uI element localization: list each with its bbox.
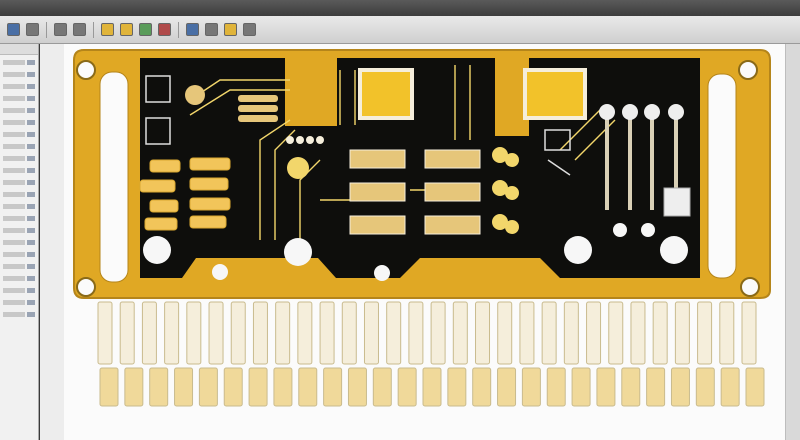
- edge-pin: [323, 367, 343, 407]
- edge-pin: [198, 367, 218, 407]
- edge-pin: [646, 367, 666, 407]
- edge-pin: [745, 367, 765, 407]
- edge-pins-bottom: [99, 367, 765, 407]
- edge-pin: [697, 301, 713, 365]
- edge-pin: [720, 367, 740, 407]
- edge-pin: [97, 301, 113, 365]
- mount-hole: [740, 277, 760, 297]
- edge-pin: [521, 367, 541, 407]
- edge-pin: [397, 367, 417, 407]
- edge-pin: [297, 301, 313, 365]
- edge-pin: [608, 301, 624, 365]
- edge-pin: [319, 301, 335, 365]
- edge-pin: [372, 367, 392, 407]
- mask-notch: [285, 56, 337, 126]
- edge-pin: [630, 301, 646, 365]
- edge-pin: [452, 301, 468, 365]
- edge-pin: [586, 301, 602, 365]
- edge-pin: [119, 301, 135, 365]
- edge-pin: [174, 367, 194, 407]
- regulator: [663, 187, 691, 217]
- edge-pin: [363, 301, 379, 365]
- ic-pad: [358, 68, 414, 120]
- diode-group: [492, 147, 519, 234]
- edge-pin: [273, 367, 293, 407]
- edge-pins-top: [97, 301, 757, 365]
- edge-pin: [475, 301, 491, 365]
- edge-pin: [186, 301, 202, 365]
- edge-pin: [447, 367, 467, 407]
- edge-pin: [472, 367, 492, 407]
- edge-pin: [408, 301, 424, 365]
- mount-hole: [76, 277, 96, 297]
- edge-pin: [422, 367, 442, 407]
- edge-pin: [541, 301, 557, 365]
- mount-hole: [76, 60, 96, 80]
- ic-pad: [523, 68, 587, 120]
- edge-pin: [208, 301, 224, 365]
- edge-pin: [275, 301, 291, 365]
- edge-pin: [341, 301, 357, 365]
- edge-pin: [430, 301, 446, 365]
- pcb-board-drawing: [73, 49, 771, 407]
- edge-pin: [386, 301, 402, 365]
- edge-pin: [164, 301, 180, 365]
- edge-pin: [298, 367, 318, 407]
- edge-pin: [546, 367, 566, 407]
- edge-pin: [497, 301, 513, 365]
- edge-pin: [248, 367, 268, 407]
- edge-pin: [741, 301, 757, 365]
- edge-pin: [652, 301, 668, 365]
- edge-pin: [230, 301, 246, 365]
- edge-pin: [621, 367, 641, 407]
- edge-pin: [596, 367, 616, 407]
- edge-pin: [99, 367, 119, 407]
- edge-pin: [252, 301, 268, 365]
- edge-pin: [674, 301, 690, 365]
- edge-pin: [149, 367, 169, 407]
- edge-pin: [347, 367, 367, 407]
- mount-hole: [738, 60, 758, 80]
- edge-pin: [124, 367, 144, 407]
- edge-pin: [519, 301, 535, 365]
- edge-pin: [719, 301, 735, 365]
- edge-pin: [497, 367, 517, 407]
- edge-pin: [571, 367, 591, 407]
- edge-pin: [670, 367, 690, 407]
- edge-pin: [223, 367, 243, 407]
- slot-left: [99, 71, 129, 283]
- slot-right: [707, 73, 737, 279]
- edge-pin: [563, 301, 579, 365]
- edge-pin: [695, 367, 715, 407]
- edge-pin: [141, 301, 157, 365]
